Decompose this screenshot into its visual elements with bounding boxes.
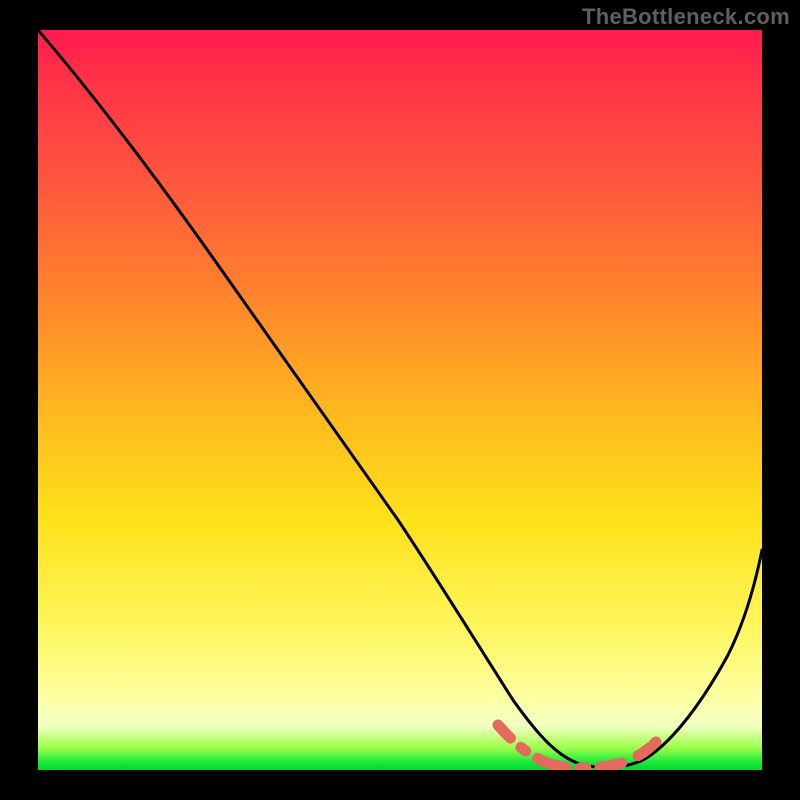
curve-layer <box>38 30 762 770</box>
chart-frame: TheBottleneck.com <box>0 0 800 800</box>
plot-area <box>38 30 762 770</box>
watermark-label: TheBottleneck.com <box>582 4 790 30</box>
bottleneck-curve <box>38 30 762 768</box>
